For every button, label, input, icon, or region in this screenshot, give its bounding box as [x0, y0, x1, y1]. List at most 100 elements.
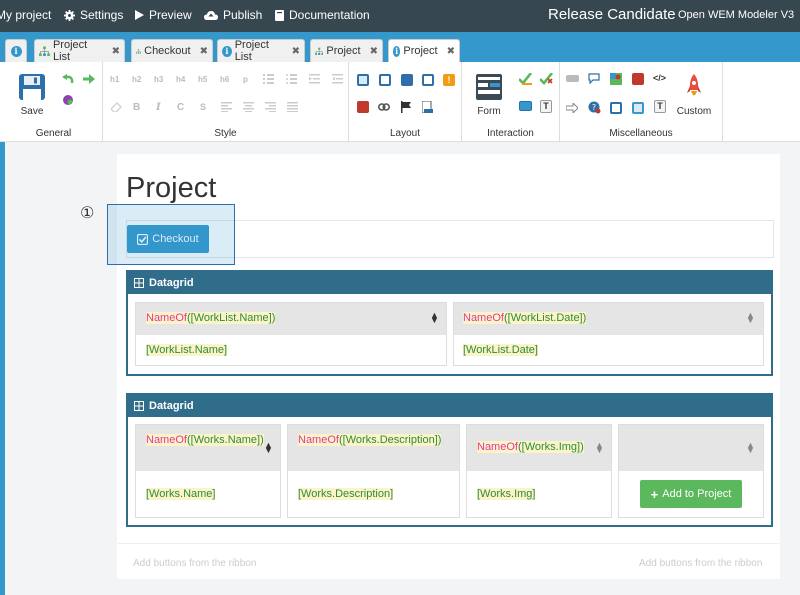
strike-button[interactable]: S	[200, 102, 206, 112]
heading-h4-button[interactable]: h4	[176, 75, 185, 84]
close-icon[interactable]: ✖	[447, 46, 455, 57]
cell-value: [Works.Name]	[146, 488, 216, 500]
close-icon[interactable]: ✖	[200, 46, 208, 57]
product-name: Open WEM Modeler V3	[678, 9, 795, 21]
undo-icon[interactable]	[62, 74, 74, 84]
tab-label: Checkout	[144, 45, 191, 57]
sort-icon[interactable]: ▲ ▼	[746, 441, 755, 455]
cell-value: [WorkList.Date]	[463, 344, 538, 356]
heading-h2-button[interactable]: h2	[132, 75, 141, 84]
columns-icon[interactable]	[357, 74, 369, 86]
table-icon[interactable]	[610, 102, 622, 114]
custom-button[interactable]: Custom	[672, 74, 716, 120]
ribbon-group-layout: ! Layout	[349, 62, 462, 142]
tab-project-page[interactable]: i Project ✖	[388, 39, 460, 62]
save-button[interactable]: Save	[15, 74, 49, 120]
map-icon[interactable]	[610, 73, 622, 85]
block-icon[interactable]	[401, 74, 413, 86]
flag-icon[interactable]	[401, 101, 412, 113]
check-edit-icon[interactable]	[519, 73, 532, 85]
ribbon-group-interaction: Form T Interaction	[462, 62, 560, 142]
align-justify-icon[interactable]	[287, 102, 298, 112]
column-header	[619, 425, 763, 471]
column-header-expression: NameOf([WorkList.Name])	[146, 312, 276, 324]
link-icon[interactable]	[378, 103, 390, 111]
tab-project-flow[interactable]: Project ✖	[310, 39, 383, 62]
tab-label: Project	[326, 45, 361, 57]
heading-h1-button[interactable]: h1	[110, 75, 119, 84]
puzzle-icon[interactable]	[62, 94, 74, 106]
tab-strip: i Project List ✖ Checkout ✖ i Project Li…	[0, 32, 800, 63]
check-cross-icon[interactable]	[540, 73, 553, 85]
tab-label: Project List	[234, 39, 269, 63]
align-center-icon[interactable]	[243, 102, 254, 112]
add-buttons-hint-right: Add buttons from the ribbon	[639, 558, 763, 569]
my-project-label: My project	[0, 8, 52, 22]
chat-icon[interactable]	[588, 73, 600, 84]
code-format-button[interactable]: C	[177, 102, 184, 113]
heading-h3-button[interactable]: h3	[154, 75, 163, 84]
sort-icon[interactable]: ▲ ▼	[595, 441, 604, 455]
svg-text:?: ?	[592, 103, 596, 112]
sort-icon[interactable]: ▲ ▼	[430, 311, 439, 325]
sort-icon[interactable]: ▲ ▼	[264, 441, 273, 455]
align-right-icon[interactable]	[265, 102, 276, 112]
arrow-navigate-icon[interactable]	[566, 103, 578, 113]
arrow-right-icon[interactable]	[83, 74, 95, 84]
code-icon[interactable]: </>	[653, 73, 666, 83]
preview-button[interactable]: Preview	[135, 8, 192, 22]
top-bar: My project Settings Preview Publish Docu…	[0, 0, 800, 32]
document-icon[interactable]	[422, 101, 433, 113]
hierarchy-icon	[315, 47, 324, 55]
close-icon[interactable]: ✖	[370, 46, 378, 57]
text-icon[interactable]: T	[654, 100, 666, 113]
image-icon[interactable]	[357, 101, 369, 113]
datagrid-header: Datagrid	[128, 395, 771, 417]
save-label: Save	[20, 106, 44, 117]
unordered-list-icon[interactable]	[286, 74, 297, 84]
ordered-list-icon[interactable]	[263, 74, 274, 84]
eraser-icon[interactable]	[111, 102, 122, 112]
outdent-icon[interactable]	[309, 74, 320, 84]
panel-icon[interactable]	[379, 74, 391, 86]
window-icon[interactable]	[422, 74, 434, 86]
bold-button[interactable]: B	[133, 102, 140, 113]
add-to-project-button[interactable]: + Add to Project	[640, 480, 742, 508]
close-icon[interactable]: ✖	[112, 46, 120, 57]
tab-project-list-page[interactable]: i Project List ✖	[217, 39, 305, 63]
text-field-icon[interactable]: T	[540, 100, 552, 113]
indent-icon[interactable]	[332, 74, 343, 84]
form-label: Form	[477, 106, 501, 117]
add-to-project-label: Add to Project	[662, 488, 732, 500]
step-marker: ①	[80, 205, 95, 222]
hierarchy-icon	[136, 48, 142, 54]
list-view-icon[interactable]	[632, 102, 644, 114]
help-icon[interactable]: ?	[588, 101, 601, 114]
grid-column-img[interactable]	[466, 424, 612, 518]
input-icon[interactable]	[519, 101, 532, 111]
form-button[interactable]: Form	[474, 74, 504, 120]
close-icon[interactable]: ✖	[292, 46, 300, 57]
grid-icon	[134, 278, 144, 288]
page-title[interactable]: Project	[126, 172, 216, 205]
publish-button[interactable]: Publish	[204, 8, 262, 22]
my-project-link[interactable]: My project	[0, 8, 51, 22]
heading-h5-button[interactable]: h5	[198, 75, 207, 84]
settings-button[interactable]: Settings	[64, 8, 123, 22]
italic-button[interactable]: I	[156, 102, 161, 113]
tab-info[interactable]: i	[5, 39, 27, 62]
tab-project-list-flow[interactable]: Project List ✖	[34, 39, 125, 63]
keyboard-icon[interactable]	[566, 75, 579, 82]
heading-h6-button[interactable]: h6	[220, 75, 229, 84]
column-header	[136, 425, 280, 471]
sort-icon[interactable]: ▲ ▼	[746, 311, 755, 325]
documentation-button[interactable]: Documentation	[275, 8, 370, 22]
paragraph-button[interactable]: p	[243, 75, 248, 84]
column-header	[288, 425, 459, 471]
align-left-icon[interactable]	[221, 102, 232, 112]
chart-icon[interactable]	[632, 73, 644, 85]
alert-icon[interactable]: !	[443, 74, 455, 86]
tab-checkout[interactable]: Checkout ✖	[131, 39, 213, 62]
gear-icon	[64, 9, 75, 21]
tab-label: Project List	[52, 39, 88, 63]
